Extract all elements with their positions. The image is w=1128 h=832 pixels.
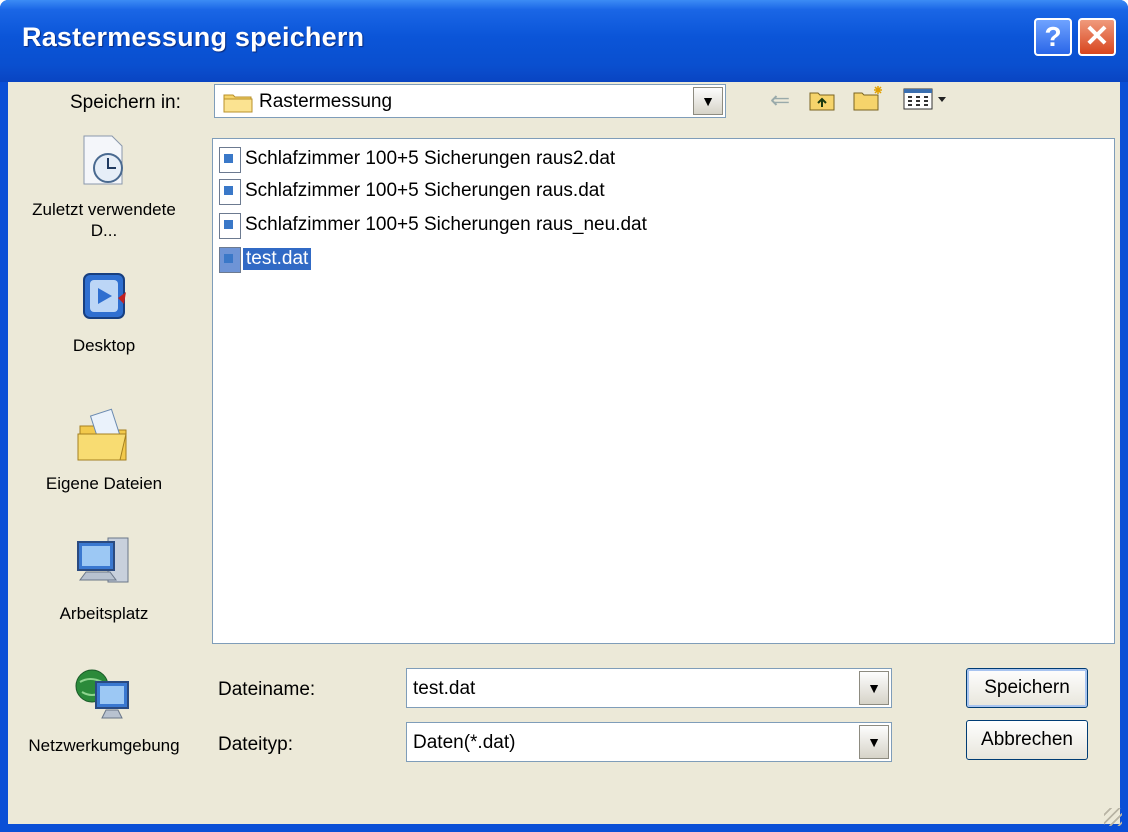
dat-file-icon xyxy=(219,213,241,239)
back-arrow-icon[interactable]: ⇐ xyxy=(770,86,790,115)
place-my-documents[interactable]: Eigene Dateien xyxy=(24,406,184,494)
help-button[interactable]: ? xyxy=(1034,18,1072,56)
view-menu-icon[interactable] xyxy=(902,86,952,117)
title-bar[interactable]: Rastermessung speichern ? ✕ xyxy=(0,0,1128,82)
my-computer-icon xyxy=(24,532,184,599)
up-folder-icon[interactable] xyxy=(808,88,836,117)
file-name: Schlafzimmer 100+5 Sicherungen raus_neu.… xyxy=(245,214,647,235)
filename-value: test.dat xyxy=(413,678,476,699)
filename-label: Dateiname: xyxy=(218,679,316,700)
dialog-title: Rastermessung speichern xyxy=(22,22,365,52)
save-in-label: Speichern in: xyxy=(70,92,181,113)
file-name: Schlafzimmer 100+5 Sicherungen raus2.dat xyxy=(245,148,616,169)
place-desktop[interactable]: Desktop xyxy=(24,268,184,356)
place-label-network: Netzwerkumgebung xyxy=(28,736,180,755)
file-name: Schlafzimmer 100+5 Sicherungen raus.dat xyxy=(245,180,605,201)
recent-documents-icon xyxy=(24,130,184,195)
save-in-dropdown-arrow[interactable]: ▼ xyxy=(693,87,723,115)
resize-grip[interactable] xyxy=(1104,808,1122,826)
filetype-value: Daten(*.dat) xyxy=(413,732,516,753)
folder-icon xyxy=(223,91,253,118)
place-my-computer[interactable]: Arbeitsplatz xyxy=(24,532,184,624)
new-folder-icon[interactable] xyxy=(852,84,886,117)
file-list[interactable]: Schlafzimmer 100+5 Sicherungen raus2.dat… xyxy=(212,138,1115,644)
cancel-button[interactable]: Abbrechen xyxy=(966,720,1088,760)
file-name: test.dat xyxy=(243,248,312,270)
filename-input[interactable]: test.dat ▼ xyxy=(406,668,892,708)
dat-file-icon xyxy=(219,147,241,173)
place-network[interactable]: Netzwerkumgebung xyxy=(24,664,184,756)
place-label-my-computer: Arbeitsplatz xyxy=(59,604,149,623)
dat-file-icon xyxy=(219,179,241,205)
desktop-icon xyxy=(24,268,184,331)
place-recent[interactable]: Zuletzt verwendete D... xyxy=(24,130,184,241)
network-icon xyxy=(24,664,184,731)
filetype-select[interactable]: Daten(*.dat) ▼ xyxy=(406,722,892,762)
my-documents-icon xyxy=(24,406,184,469)
filetype-label: Dateityp: xyxy=(218,734,293,755)
place-label-my-documents: Eigene Dateien xyxy=(45,474,163,493)
save-in-combo[interactable]: Rastermessung ▼ xyxy=(214,84,726,118)
save-in-value: Rastermessung xyxy=(259,91,393,112)
dat-file-icon xyxy=(219,247,241,273)
close-button[interactable]: ✕ xyxy=(1078,18,1116,56)
filename-dropdown-arrow[interactable]: ▼ xyxy=(859,671,889,705)
place-label-recent: Zuletzt verwendete D... xyxy=(32,200,176,240)
filetype-dropdown-arrow[interactable]: ▼ xyxy=(859,725,889,759)
place-label-desktop: Desktop xyxy=(72,336,136,355)
save-button[interactable]: Speichern xyxy=(966,668,1088,708)
